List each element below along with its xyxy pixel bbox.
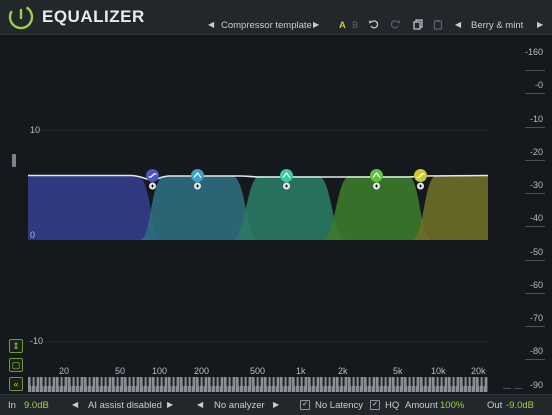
scale-label: -60 — [529, 280, 543, 290]
freq-label: 100 — [152, 366, 168, 376]
band-1-node[interactable] — [145, 168, 160, 197]
analyzer-value[interactable]: No analyzer — [214, 400, 265, 411]
band-1-fill — [28, 176, 160, 240]
analyzer-prev-button[interactable]: ◀ — [197, 400, 203, 409]
scale-tick — [525, 293, 545, 294]
hq-checkbox[interactable]: ✓ — [370, 400, 380, 410]
scale-label: -10 — [529, 114, 543, 124]
hq-label: HQ — [385, 400, 400, 411]
scale-label: -90 — [529, 380, 543, 390]
footer-bar: In 9.0dB ◀ AI assist disabled ▶ ◀ No ana… — [0, 394, 552, 415]
freq-label: 10k — [431, 366, 446, 376]
freq-label: 500 — [250, 366, 266, 376]
bell-icon — [370, 169, 383, 190]
high-shelf-icon — [414, 169, 427, 190]
ai-assist-next-button[interactable]: ▶ — [167, 400, 173, 409]
output-gain-label: Out — [487, 400, 503, 411]
scale-tick — [525, 70, 545, 71]
meter-dash — [503, 388, 511, 389]
amount-value[interactable]: 100% — [440, 400, 464, 411]
scale-label: -80 — [529, 346, 543, 356]
scale-label: -30 — [529, 180, 543, 190]
scale-tick — [525, 326, 545, 327]
band-5-node[interactable] — [413, 168, 428, 197]
eq-curve-layer — [28, 174, 489, 240]
freq-label: 50 — [115, 366, 126, 376]
freq-label: 200 — [194, 366, 210, 376]
frame-icon[interactable]: ▢ — [9, 358, 23, 372]
no-latency-checkbox[interactable]: ✓ — [300, 400, 310, 410]
gain-label-bottom: -10 — [30, 336, 44, 346]
freq-label: 20k — [471, 366, 486, 376]
ai-assist-prev-button[interactable]: ◀ — [72, 400, 78, 409]
bell-icon — [280, 169, 293, 190]
input-gain-value[interactable]: 9.0dB — [24, 400, 49, 411]
scale-label: -40 — [529, 213, 543, 223]
collapse-left-icon[interactable]: « — [9, 377, 23, 391]
scale-label: -0 — [534, 80, 543, 90]
gain-label-zero: 0 — [30, 230, 36, 240]
band-3-node[interactable] — [279, 168, 294, 197]
freq-label: 2k — [338, 366, 348, 376]
bell-icon — [191, 169, 204, 190]
meter-dash — [514, 388, 522, 389]
input-gain-label: In — [8, 400, 16, 411]
scale-tick — [525, 260, 545, 261]
side-grip-handle[interactable] — [12, 154, 16, 167]
amount-label: Amount — [405, 400, 438, 411]
fit-vertical-icon[interactable]: ⇕ — [9, 339, 23, 353]
ai-assist-value[interactable]: AI assist disabled — [88, 400, 162, 411]
scale-tick — [525, 359, 545, 360]
scale-tick — [525, 160, 545, 161]
band-2-node[interactable] — [190, 168, 205, 197]
scale-tick — [525, 93, 545, 94]
scale-label: -20 — [529, 147, 543, 157]
band-4-node[interactable] — [369, 168, 384, 197]
no-latency-label: No Latency — [315, 400, 364, 411]
low-shelf-icon — [146, 169, 159, 190]
freq-label: 1k — [296, 366, 306, 376]
output-gain-value[interactable]: -9.0dB — [506, 400, 534, 411]
scale-label: -70 — [529, 313, 543, 323]
freq-label: 20 — [59, 366, 70, 376]
scale-label: -160 — [524, 47, 543, 57]
gain-label-top: 10 — [30, 125, 41, 135]
scale-tick — [525, 226, 545, 227]
scale-tick — [525, 193, 545, 194]
freq-label: 5k — [393, 366, 403, 376]
piano-keyboard[interactable] — [28, 377, 488, 392]
analyzer-next-button[interactable]: ▶ — [273, 400, 279, 409]
scale-tick — [525, 127, 545, 128]
scale-label: -50 — [529, 247, 543, 257]
